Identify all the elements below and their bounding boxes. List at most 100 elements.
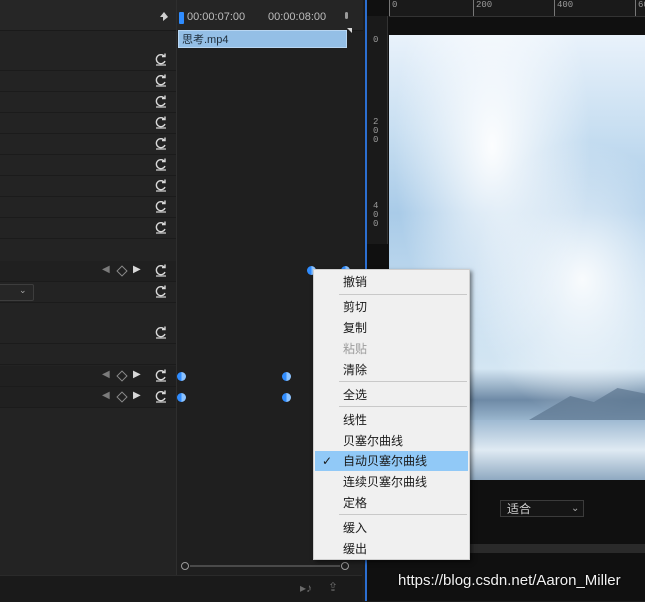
- reset-icon[interactable]: [154, 220, 168, 234]
- ruler-label: 2 0 0: [373, 117, 379, 145]
- add-keyframe-icon[interactable]: [116, 391, 128, 403]
- effect-property-row: [0, 92, 176, 113]
- effect-property-row: [0, 218, 176, 239]
- effect-property-row: [0, 197, 176, 218]
- effect-property-row: ◀ ▶: [0, 387, 176, 408]
- chevron-down-icon: ⌄: [19, 285, 27, 295]
- keyframe-marker[interactable]: [282, 372, 291, 381]
- reset-icon[interactable]: [154, 52, 168, 66]
- fit-dropdown[interactable]: 适合 ⌄: [500, 500, 584, 517]
- blend-mode-dropdown[interactable]: ⌄: [0, 284, 34, 301]
- next-keyframe-icon[interactable]: ▶: [133, 264, 141, 275]
- menu-item[interactable]: 连续贝塞尔曲线: [315, 472, 468, 492]
- ruler-label: 60: [638, 0, 645, 10]
- vertical-ruler: 0 2 0 0 4 0 0: [367, 16, 388, 244]
- chevron-down-icon: ⌄: [571, 503, 580, 514]
- keyframe-marker[interactable]: [282, 393, 291, 402]
- effect-property-row: [0, 71, 176, 92]
- menu-separator: [339, 294, 467, 295]
- scroll-handle-left[interactable]: [181, 562, 189, 570]
- effect-property-row: ◀ ▶: [0, 366, 176, 387]
- menu-item-label: 缓入: [343, 521, 368, 535]
- ruler-label: 200: [476, 0, 493, 10]
- reset-icon[interactable]: [154, 178, 168, 192]
- next-keyframe-icon[interactable]: ▶: [133, 369, 141, 380]
- menu-item-label: 缓出: [343, 542, 368, 556]
- reset-icon[interactable]: [154, 94, 168, 108]
- watermark: https://blog.csdn.net/Aaron_Miller: [398, 572, 621, 589]
- prev-keyframe-icon[interactable]: ◀: [102, 264, 110, 275]
- timeline-zoom-scrollbar[interactable]: [181, 562, 349, 570]
- play-audio-icon[interactable]: ▸♪: [300, 581, 312, 595]
- scroll-handle-right[interactable]: [341, 562, 349, 570]
- check-icon: ✓: [322, 454, 333, 468]
- reset-icon[interactable]: [154, 263, 168, 277]
- effect-property-row: ◀ ▶: [0, 261, 176, 282]
- menu-item-label: 连续贝塞尔曲线: [343, 475, 428, 489]
- menu-item[interactable]: 粘贴: [315, 339, 468, 359]
- menu-item-label: 剪切: [343, 300, 368, 314]
- horizontal-ruler: 0 200 400 60: [389, 0, 645, 17]
- fit-label: 适合: [507, 502, 532, 516]
- menu-item-label: 自动贝塞尔曲线: [343, 454, 428, 468]
- reset-icon[interactable]: [154, 389, 168, 403]
- menu-separator: [339, 514, 467, 515]
- menu-item-label: 复制: [343, 321, 368, 335]
- reset-icon[interactable]: [154, 325, 168, 339]
- add-keyframe-icon[interactable]: [116, 265, 128, 277]
- playhead[interactable]: [179, 12, 184, 24]
- menu-item[interactable]: 贝塞尔曲线: [315, 431, 468, 451]
- menu-item[interactable]: 撤销: [315, 272, 468, 292]
- timeline-ruler[interactable]: 00:00:07:00 00:00:08:00: [163, 0, 363, 31]
- effect-property-row: [0, 113, 176, 134]
- add-keyframe-icon[interactable]: [116, 370, 128, 382]
- menu-separator: [339, 381, 467, 382]
- menu-item-label: 全选: [343, 388, 368, 402]
- clip-bar[interactable]: 思考.mp4: [178, 30, 347, 48]
- menu-item-label: 线性: [343, 413, 368, 427]
- ruler-label: 0: [392, 0, 398, 10]
- keyframe-marker[interactable]: [177, 393, 186, 402]
- menu-item-label: 粘贴: [343, 342, 368, 356]
- menu-item[interactable]: ✓ 自动贝塞尔曲线: [315, 451, 468, 471]
- ruler-label: 0: [373, 35, 379, 45]
- reset-icon[interactable]: [154, 136, 168, 150]
- menu-item[interactable]: 全选: [315, 385, 468, 405]
- effect-property-row: [0, 344, 176, 365]
- menu-item-label: 清除: [343, 363, 368, 377]
- export-icon[interactable]: ⇪: [328, 580, 338, 594]
- keyframe-marker[interactable]: [177, 372, 186, 381]
- reset-icon[interactable]: [154, 368, 168, 382]
- reset-icon[interactable]: [154, 157, 168, 171]
- timecode-8s: 00:00:08:00: [268, 11, 327, 23]
- ruler-end-marker: [345, 12, 348, 19]
- menu-item[interactable]: 缓出: [315, 539, 468, 559]
- menu-item[interactable]: 定格: [315, 493, 468, 513]
- next-keyframe-icon[interactable]: ▶: [133, 390, 141, 401]
- prev-keyframe-icon[interactable]: ◀: [102, 390, 110, 401]
- menu-item-label: 定格: [343, 496, 368, 510]
- effect-property-row: [0, 155, 176, 176]
- timecode-7s: 00:00:07:00: [187, 11, 246, 23]
- menu-item[interactable]: 缓入: [315, 518, 468, 538]
- effect-controls-header: [0, 0, 176, 31]
- ruler-label: 400: [557, 0, 574, 10]
- reset-icon[interactable]: [154, 199, 168, 213]
- menu-item-label: 贝塞尔曲线: [343, 434, 404, 448]
- reset-icon[interactable]: [154, 73, 168, 87]
- menu-item[interactable]: 清除: [315, 360, 468, 380]
- menu-item[interactable]: 剪切: [315, 297, 468, 317]
- effect-property-row: [0, 323, 176, 344]
- reset-icon[interactable]: [154, 115, 168, 129]
- mountain-image: [529, 388, 645, 420]
- prev-keyframe-icon[interactable]: ◀: [102, 369, 110, 380]
- menu-item[interactable]: 复制: [315, 318, 468, 338]
- panel-footer: ▸♪ ⇪: [0, 575, 362, 602]
- play-arrow-icon[interactable]: [163, 13, 168, 21]
- clip-end-marker: [347, 28, 352, 33]
- reset-icon[interactable]: [154, 284, 168, 298]
- ruler-label: 4 0 0: [373, 201, 379, 229]
- context-menu: 撤销剪切复制粘贴清除全选线性贝塞尔曲线 ✓ 自动贝塞尔曲线 连续贝塞尔曲线 定格缓入缓出: [313, 269, 470, 560]
- clip-name: 思考.mp4: [182, 34, 229, 46]
- menu-item[interactable]: 线性: [315, 410, 468, 430]
